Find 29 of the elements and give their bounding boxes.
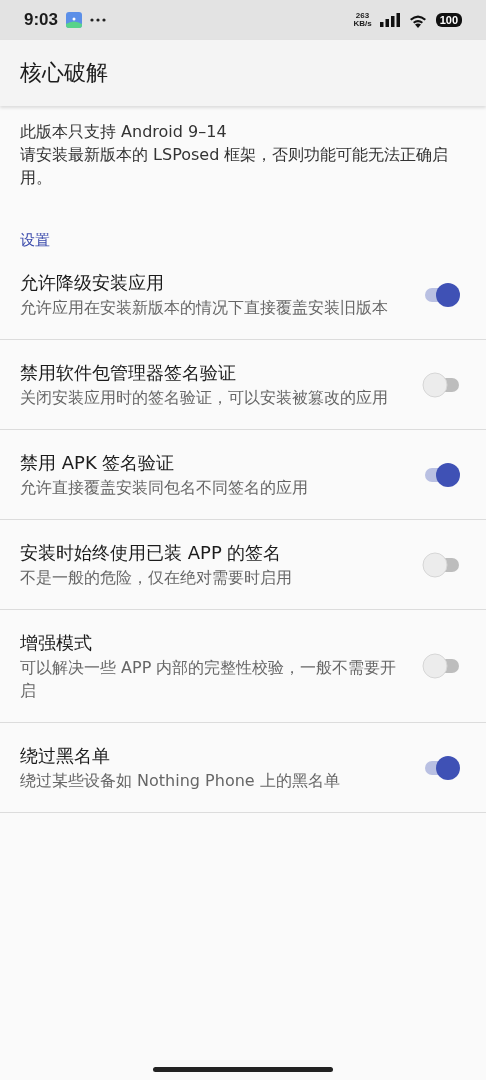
setting-title: 禁用 APK 签名验证 [20, 451, 176, 475]
gesture-bar[interactable] [153, 1067, 333, 1072]
setting-summary: 关闭安装应用时的签名验证，可以安装被篡改的应用 [20, 387, 389, 409]
clock: 9:03 [24, 10, 59, 30]
setting-title: 禁用软件包管理器签名验证 [20, 361, 237, 385]
toggle-switch[interactable] [422, 551, 462, 578]
signal-icon [379, 13, 400, 27]
setting-summary: 允许直接覆盖安装同包名不同签名的应用 [20, 477, 309, 499]
toggle-switch[interactable] [422, 371, 462, 398]
setting-summary: 可以解决一些 APP 内部的完整性校验，一般不需要开启 [20, 657, 398, 702]
setting-title: 绕过黑名单 [20, 744, 111, 768]
setting-summary: 绕过某些设备如 Nothing Phone 上的黑名单 [20, 770, 341, 792]
gallery-app-icon [66, 12, 83, 28]
notice-text: 请安装最新版本的 LSPosed 框架，否则功能可能无法正确启用。 [20, 144, 450, 189]
toggle-switch[interactable] [422, 461, 462, 488]
battery-level: 100 [435, 13, 462, 27]
setting-title: 允许降级安装应用 [20, 271, 165, 295]
toggle-switch[interactable] [422, 653, 462, 679]
notice-text: 此版本只支持 Android 9–14 [20, 121, 228, 143]
setting-summary: 不是一般的危险，仅在绝对需要时启用 [20, 567, 293, 589]
toggle-switch[interactable] [422, 754, 462, 781]
setting-title: 安装时始终使用已装 APP 的签名 [20, 541, 283, 565]
more-icon [90, 18, 107, 22]
app-title: 核心破解 [20, 59, 108, 87]
section-header: 设置 [20, 231, 50, 249]
toggle-switch[interactable] [422, 281, 462, 308]
network-speed: 263 KB/s [353, 12, 372, 28]
setting-summary: 允许应用在安装新版本的情况下直接覆盖安装旧版本 [20, 297, 389, 319]
setting-title: 增强模式 [20, 631, 93, 655]
